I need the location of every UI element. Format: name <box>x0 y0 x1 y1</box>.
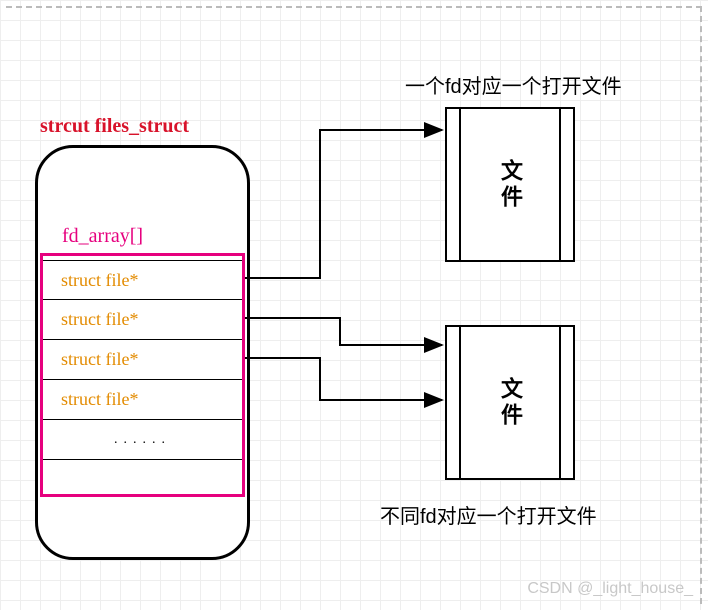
file1-label: 文件 <box>459 107 561 262</box>
fd-row-dots: ...... <box>43 420 242 460</box>
watermark: CSDN @_light_house_ <box>527 580 693 598</box>
file-box-2: 文件 <box>445 325 575 480</box>
fd-row-0: struct file* <box>43 260 242 300</box>
file-box-1: 文件 <box>445 107 575 262</box>
fd-array: struct file* struct file* struct file* s… <box>40 253 245 497</box>
fd-row-2: struct file* <box>43 340 242 380</box>
fd-row-3: struct file* <box>43 380 242 420</box>
fd-array-label: fd_array[] <box>62 225 143 248</box>
struct-title: strcut files_struct <box>40 115 189 138</box>
file2-label: 文件 <box>459 325 561 480</box>
caption-bottom: 不同fd对应一个打开文件 <box>380 500 597 529</box>
fd-row-last <box>43 460 242 490</box>
caption-top: 一个fd对应一个打开文件 <box>405 70 622 99</box>
fd-row-1: struct file* <box>43 300 242 340</box>
